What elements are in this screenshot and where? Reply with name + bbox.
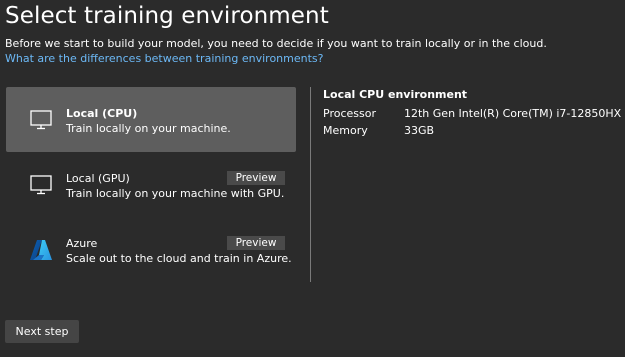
option-description: Train locally on your machine with GPU. (66, 187, 285, 200)
detail-key: Memory (323, 124, 368, 137)
option-description: Scale out to the cloud and train in Azur… (66, 252, 292, 265)
environment-details: Local CPU environment Processor 12th Gen… (323, 88, 621, 141)
option-local-cpu[interactable]: Local (CPU) Train locally on your machin… (6, 87, 296, 152)
detail-row-processor: Processor 12th Gen Intel(R) Core(TM) i7-… (323, 107, 621, 124)
monitor-icon (29, 109, 53, 131)
next-step-button[interactable]: Next step (5, 320, 79, 343)
training-environment-page: Select training environment Before we st… (0, 0, 625, 357)
monitor-icon (29, 174, 53, 196)
differences-link[interactable]: What are the differences between trainin… (5, 52, 323, 65)
detail-key: Processor (323, 107, 376, 120)
page-title: Select training environment (5, 3, 329, 29)
preview-badge: Preview (227, 236, 285, 250)
detail-row-memory: Memory 33GB (323, 124, 467, 141)
environment-options: Local (CPU) Train locally on your machin… (6, 87, 296, 282)
option-title: Local (CPU) (66, 107, 138, 120)
preview-badge: Preview (227, 171, 285, 185)
detail-value: 33GB (404, 124, 435, 137)
option-title: Azure (66, 237, 98, 250)
vertical-divider (310, 87, 311, 282)
details-title: Local CPU environment (323, 88, 468, 101)
option-azure[interactable]: Azure Scale out to the cloud and train i… (6, 217, 296, 282)
detail-value: 12th Gen Intel(R) Core(TM) i7-12850HX (404, 107, 622, 120)
option-local-gpu[interactable]: Local (GPU) Train locally on your machin… (6, 152, 296, 217)
option-description: Train locally on your machine. (66, 122, 231, 135)
option-title: Local (GPU) (66, 172, 130, 185)
azure-logo-icon (29, 239, 53, 261)
page-subtitle: Before we start to build your model, you… (5, 37, 547, 50)
